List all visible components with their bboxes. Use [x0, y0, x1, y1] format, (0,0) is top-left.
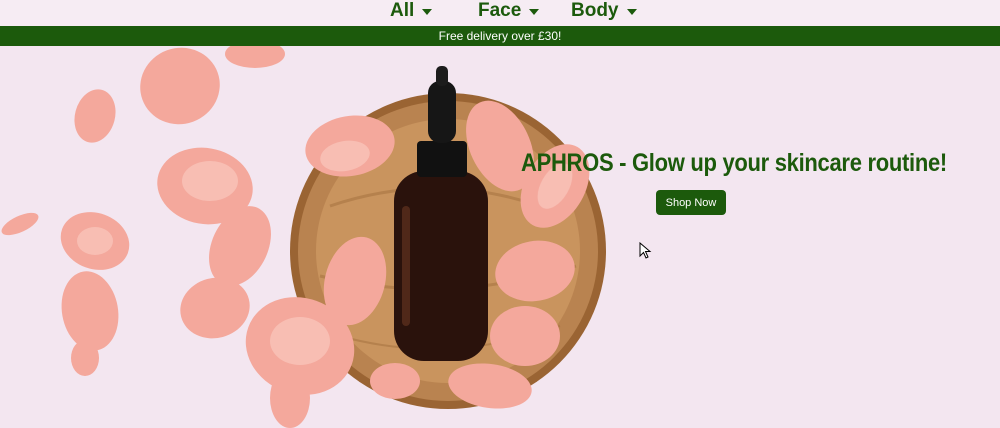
shop-now-button[interactable]: Shop Now [656, 190, 726, 215]
delivery-banner: Free delivery over £30! [0, 26, 1000, 46]
chevron-down-icon [626, 9, 637, 15]
nav-item-label: Face [478, 0, 522, 21]
hero-section: APHROS - Glow up your skincare routine! … [0, 46, 1000, 428]
chevron-down-icon [529, 9, 540, 15]
hero-title: APHROS - Glow up your skincare routine! [521, 148, 947, 177]
chevron-down-icon [422, 9, 433, 15]
top-navigation: All Face Body [0, 0, 1000, 26]
nav-item-label: Body [571, 0, 619, 21]
hero-product-image [1, 46, 606, 428]
mouse-pointer-icon [639, 242, 652, 259]
nav-item-all[interactable]: All [390, 0, 433, 22]
nav-item-body[interactable]: Body [571, 0, 637, 22]
nav-item-label: All [390, 0, 415, 21]
nav-item-face[interactable]: Face [478, 0, 540, 22]
delivery-banner-text: Free delivery over £30! [438, 29, 562, 43]
